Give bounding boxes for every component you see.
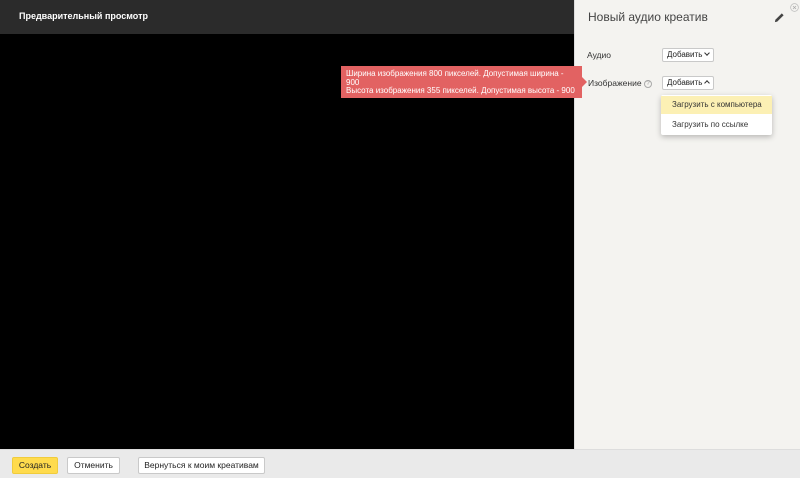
audio-add-label: Добавить xyxy=(667,50,703,59)
menu-item-upload-by-link[interactable]: Загрузить по ссылке xyxy=(661,116,772,134)
preview-header: Предварительный просмотр xyxy=(0,0,574,34)
creative-panel: Новый аудио креатив Аудио Добавить Изобр… xyxy=(574,0,800,449)
close-icon[interactable] xyxy=(790,3,799,12)
error-height-text: Высота изображения 355 пикселей. Допусти… xyxy=(346,86,575,95)
cancel-button[interactable]: Отменить xyxy=(67,457,120,474)
image-add-dropdown: Загрузить с компьютера Загрузить по ссыл… xyxy=(661,95,772,135)
back-to-creatives-button[interactable]: Вернуться к моим креативам xyxy=(138,457,265,474)
pencil-icon[interactable] xyxy=(774,12,785,23)
tooltip-arrow xyxy=(582,77,587,87)
image-add-label: Добавить xyxy=(667,78,703,87)
error-width-text: Ширина изображения 800 пикселей. Допусти… xyxy=(346,69,564,87)
menu-item-upload-from-computer[interactable]: Загрузить с компьютера xyxy=(661,96,772,114)
audio-label: Аудио xyxy=(587,50,611,60)
image-size-error-tooltip: Ширина изображения 800 пикселей. Допусти… xyxy=(341,66,582,98)
create-button[interactable]: Создать xyxy=(12,457,58,474)
chevron-up-icon xyxy=(704,80,711,86)
chevron-down-icon xyxy=(704,50,711,56)
preview-title: Предварительный просмотр xyxy=(19,11,148,21)
help-icon[interactable]: ? xyxy=(644,80,652,88)
footer-bar: Создать Отменить Вернуться к моим креати… xyxy=(0,449,800,478)
panel-title: Новый аудио креатив xyxy=(588,10,708,24)
image-add-button[interactable]: Добавить xyxy=(662,76,715,90)
audio-add-button[interactable]: Добавить xyxy=(662,48,715,62)
image-label: Изображение xyxy=(588,78,642,88)
